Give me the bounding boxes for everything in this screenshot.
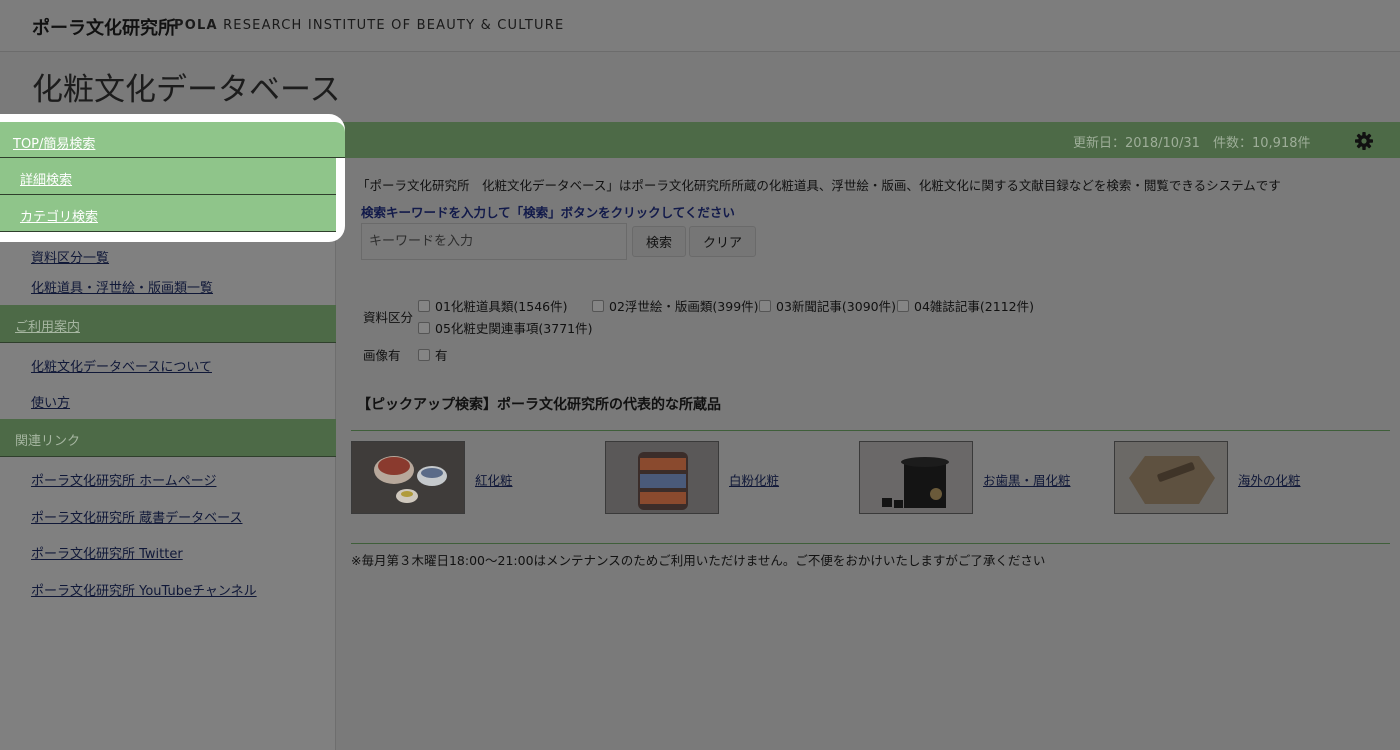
filter-option-label: 05化粧史関連事項(3771件) — [435, 321, 593, 336]
sidebar-link-tools-list[interactable]: 化粧道具・浮世絵・版画類一覧 — [31, 277, 213, 296]
search-hint: 検索キーワードを入力して「検索」ボタンをクリックしてください — [361, 205, 735, 220]
updated-date: 更新日：2018/10/31 — [1073, 136, 1200, 151]
menu-category-search[interactable]: カテゴリ検索 — [0, 195, 336, 232]
compact-image — [1115, 442, 1227, 513]
brand-bar: ポーラ文化研究所 POLA RESEARCH INSTITUTE OF BEAU… — [0, 0, 1400, 52]
divider — [351, 543, 1390, 544]
sidebar-link-youtube[interactable]: ポーラ文化研究所 YouTubeチャンネル — [31, 580, 257, 599]
filter-option-label: 04雑誌記事(2112件) — [914, 299, 1034, 314]
pickup-image-white-powder[interactable] — [605, 441, 719, 514]
filter-checkbox-05[interactable]: 05化粧史関連事項(3771件) — [418, 318, 592, 337]
brand-en-bold: POLA — [174, 18, 218, 33]
maintenance-notice: ※毎月第３木曜日18:00～21:00はメンテナンスのためご利用いただけません。… — [351, 553, 1046, 568]
brand-logo-en[interactable]: POLA RESEARCH INSTITUTE OF BEAUTY & CULT… — [174, 18, 564, 33]
clear-button[interactable]: クリア — [689, 226, 756, 257]
sidebar-link-library-db[interactable]: ポーラ文化研究所 蔵書データベース — [31, 507, 242, 526]
page-title: 化粧文化データベース — [32, 72, 341, 108]
pickup-image-ohaguro[interactable] — [859, 441, 973, 514]
menu-category-search-label: カテゴリ検索 — [20, 210, 99, 225]
pickup-link-foreign-makeup[interactable]: 海外の化粧 — [1238, 470, 1301, 489]
pickup-image-red-makeup[interactable] — [351, 441, 465, 514]
pickup-link-ohaguro[interactable]: お歯黒・眉化粧 — [983, 470, 1071, 489]
sidebar-heading-related: 関連リンク — [0, 419, 336, 457]
pickup-link-white-powder[interactable]: 白粉化粧 — [729, 470, 779, 489]
gear-icon[interactable] — [1354, 131, 1374, 151]
sidebar-heading-guide[interactable]: ご利用案内 — [0, 305, 336, 343]
image-checkbox[interactable]: 有 — [418, 345, 448, 364]
image-option-label: 有 — [435, 348, 448, 363]
sidebar: 資料区分一覧 化粧道具・浮世絵・版画類一覧 ご利用案内 化粧文化データベースにつ… — [0, 158, 336, 750]
checkbox-box[interactable] — [759, 299, 771, 312]
jar-image — [606, 442, 718, 513]
menu-top-simple-search[interactable]: TOP/簡易検索 — [0, 122, 345, 158]
intro-text: 「ポーラ文化研究所 化粧文化データベース」はポーラ文化研究所所蔵の化粧道具、浮世… — [357, 178, 1281, 193]
filter-checkbox-03[interactable]: 03新聞記事(3090件) — [759, 296, 896, 315]
filter-checkbox-02[interactable]: 02浮世絵・版画類(399件) — [592, 296, 759, 315]
checkbox-box[interactable] — [418, 348, 430, 361]
pickup-link-red-makeup[interactable]: 紅化粧 — [475, 470, 513, 489]
sidebar-heading-guide-label: ご利用案内 — [15, 320, 81, 335]
menu-detail-search-label: 詳細検索 — [20, 173, 73, 188]
sidebar-link-twitter[interactable]: ポーラ文化研究所 Twitter — [31, 543, 183, 562]
filter-option-label: 02浮世絵・版画類(399件) — [609, 299, 759, 314]
record-count: 件数：10,918件 — [1213, 136, 1311, 151]
ohaguro-set-image — [860, 442, 972, 513]
sidebar-heading-related-label: 関連リンク — [15, 434, 81, 449]
menu-top-label: TOP/簡易検索 — [13, 137, 96, 152]
checkbox-box[interactable] — [418, 321, 430, 334]
filter-checkbox-01[interactable]: 01化粧道具類(1546件) — [418, 296, 567, 315]
brand-logo-jp[interactable]: ポーラ文化研究所 — [32, 14, 176, 40]
sidebar-link-about[interactable]: 化粧文化データベースについて — [31, 356, 212, 375]
divider — [351, 430, 1390, 431]
checkbox-box[interactable] — [418, 299, 430, 312]
brand-en-rest: RESEARCH INSTITUTE OF BEAUTY & CULTURE — [223, 18, 565, 33]
image-filter-label: 画像有 — [363, 348, 401, 363]
search-button[interactable]: 検索 — [632, 226, 686, 257]
filter-label: 資料区分 — [363, 310, 414, 325]
sidebar-link-howto[interactable]: 使い方 — [31, 392, 70, 411]
checkbox-box[interactable] — [592, 299, 604, 312]
menu-detail-search[interactable]: 詳細検索 — [0, 158, 336, 195]
sidebar-link-category-list[interactable]: 資料区分一覧 — [31, 247, 109, 266]
sidebar-link-homepage[interactable]: ポーラ文化研究所 ホームページ — [31, 470, 216, 489]
search-input[interactable] — [361, 223, 627, 260]
checkbox-box[interactable] — [897, 299, 909, 312]
bowls-image — [352, 442, 464, 513]
filter-option-label: 01化粧道具類(1546件) — [435, 299, 568, 314]
filter-option-label: 03新聞記事(3090件) — [776, 299, 896, 314]
pickup-image-foreign-makeup[interactable] — [1114, 441, 1228, 514]
filter-checkbox-04[interactable]: 04雑誌記事(2112件) — [897, 296, 1034, 315]
pickup-title: 【ピックアップ検索】ポーラ文化研究所の代表的な所蔵品 — [357, 397, 721, 413]
